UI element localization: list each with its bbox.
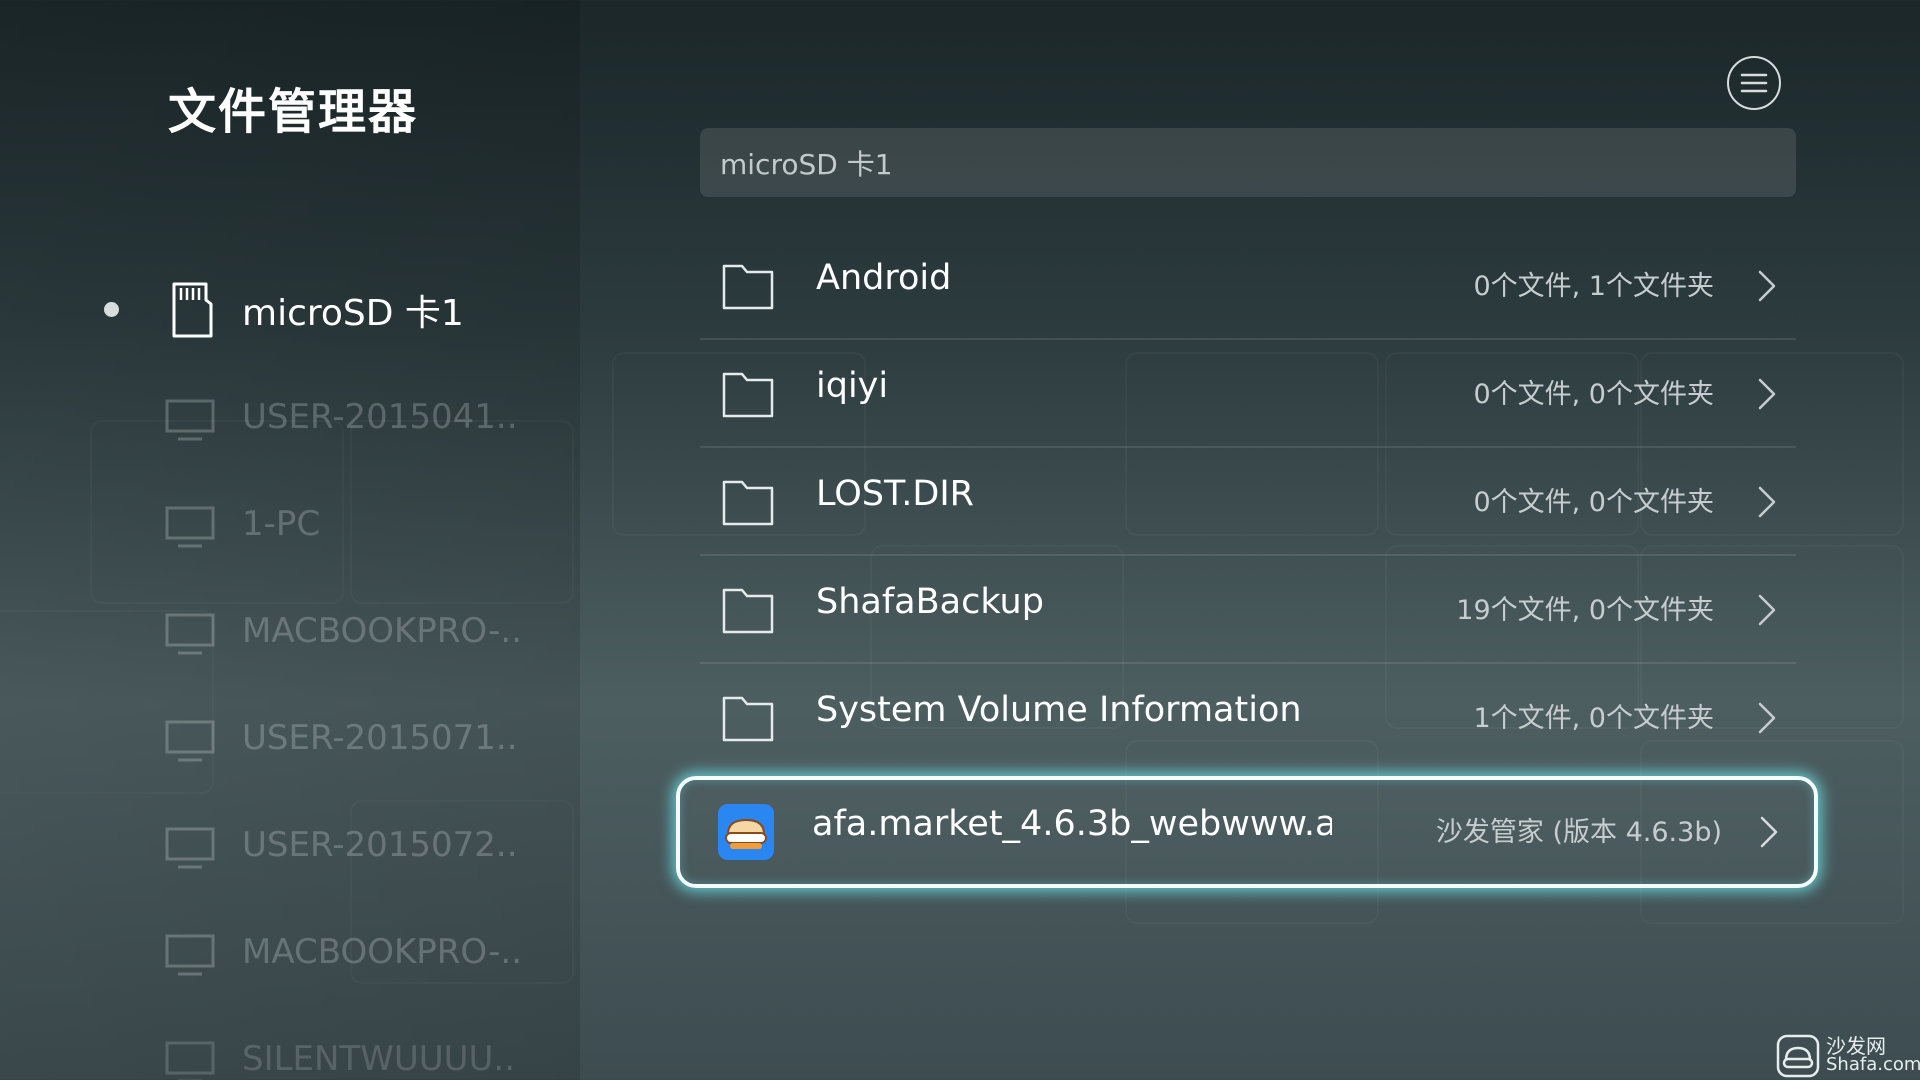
active-indicator-dot: [104, 302, 119, 317]
sidebar-item-label: USER-2015072..: [242, 824, 518, 865]
sidebar-item-silentwuuuu[interactable]: SILENTWUUUU..: [100, 1005, 560, 1080]
computer-monitor-icon: [165, 934, 215, 976]
sd-card-icon: [172, 282, 213, 338]
sidebar-item-macbookpro[interactable]: MACBOOKPRO-..: [100, 577, 560, 684]
sidebar-item-user-2015072[interactable]: USER-2015072..: [100, 791, 560, 898]
file-row-shafabackup[interactable]: ShafaBackup 19个文件, 0个文件夹: [700, 556, 1796, 664]
file-row-system-volume-information[interactable]: System Volume Information 1个文件, 0个文件夹: [700, 664, 1796, 772]
folder-icon: [722, 696, 774, 742]
chevron-right-icon: [1758, 378, 1776, 410]
path-text: microSD 卡1: [720, 147, 893, 181]
file-row-iqiyi[interactable]: iqiyi 0个文件, 0个文件夹: [700, 340, 1796, 448]
file-name: ShafaBackup: [816, 582, 1044, 622]
computer-monitor-icon: [165, 827, 215, 869]
chevron-right-icon: [1758, 486, 1776, 518]
file-meta: 19个文件, 0个文件夹: [1456, 595, 1714, 626]
watermark-text-en: Shafa.com: [1826, 1054, 1920, 1075]
sidebar-item-label: USER-2015071..: [242, 717, 518, 758]
file-row-android[interactable]: Android 0个文件, 1个文件夹: [700, 232, 1796, 340]
computer-monitor-icon: [165, 613, 215, 655]
file-name: iqiyi: [816, 366, 889, 406]
file-row-lost-dir[interactable]: LOST.DIR 0个文件, 0个文件夹: [700, 448, 1796, 556]
file-meta: 沙发管家 (版本 4.6.3b): [1435, 817, 1722, 848]
file-meta: 0个文件, 1个文件夹: [1473, 271, 1714, 302]
sidebar-item-label: microSD 卡1: [242, 292, 464, 334]
computer-monitor-icon: [165, 399, 215, 441]
computer-monitor-icon: [165, 506, 215, 548]
sidebar-item-label: MACBOOKPRO-..: [242, 931, 523, 972]
sidebar-item-label: MACBOOKPRO-..: [242, 610, 523, 651]
file-meta: 1个文件, 0个文件夹: [1473, 703, 1714, 734]
chevron-right-icon: [1758, 270, 1776, 302]
file-list: Android 0个文件, 1个文件夹 iqiyi 0个文件, 0个文件夹 LO…: [676, 232, 1818, 888]
sidebar-item-label: 1-PC: [242, 503, 321, 544]
chevron-right-icon: [1760, 816, 1778, 848]
file-name: Android: [816, 258, 952, 298]
hamburger-menu-icon: [1740, 73, 1768, 93]
path-breadcrumb: microSD 卡1: [700, 128, 1796, 197]
watermark: 沙发网 Shafa.com: [1776, 1030, 1920, 1080]
chevron-right-icon: [1758, 702, 1776, 734]
file-name: afa.market_4.6.3b_webwww.apk: [812, 804, 1332, 844]
sidebar-item-1-pc[interactable]: 1-PC: [100, 470, 560, 577]
folder-icon: [722, 588, 774, 634]
page-title: 文件管理器: [168, 84, 419, 140]
sofa-logo-icon: [1776, 1034, 1820, 1078]
folder-icon: [722, 372, 774, 418]
sidebar-item-label: SILENTWUUUU..: [242, 1038, 516, 1079]
sidebar-item-macbookpro-2[interactable]: MACBOOKPRO-..: [100, 898, 560, 1005]
menu-button[interactable]: [1727, 56, 1781, 110]
file-row-shafa-market-apk[interactable]: afa.market_4.6.3b_webwww.apk 沙发管家 (版本 4.…: [676, 776, 1818, 888]
computer-monitor-icon: [165, 1041, 215, 1080]
file-name: System Volume Information: [816, 690, 1302, 730]
sidebar-item-microsd[interactable]: microSD 卡1: [100, 256, 560, 363]
file-meta: 0个文件, 0个文件夹: [1473, 379, 1714, 410]
sidebar-item-label: USER-2015041..: [242, 396, 518, 437]
sidebar: microSD 卡1 USER-2015041.. 1-PC MACBOOKPR…: [100, 256, 560, 1080]
file-name: LOST.DIR: [816, 474, 974, 514]
folder-icon: [722, 264, 774, 310]
folder-icon: [722, 480, 774, 526]
computer-monitor-icon: [165, 720, 215, 762]
shafa-app-icon: [718, 804, 774, 860]
chevron-right-icon: [1758, 594, 1776, 626]
file-meta: 0个文件, 0个文件夹: [1473, 487, 1714, 518]
sidebar-item-user-2015071[interactable]: USER-2015071..: [100, 684, 560, 791]
sidebar-item-user-2015041[interactable]: USER-2015041..: [100, 363, 560, 470]
